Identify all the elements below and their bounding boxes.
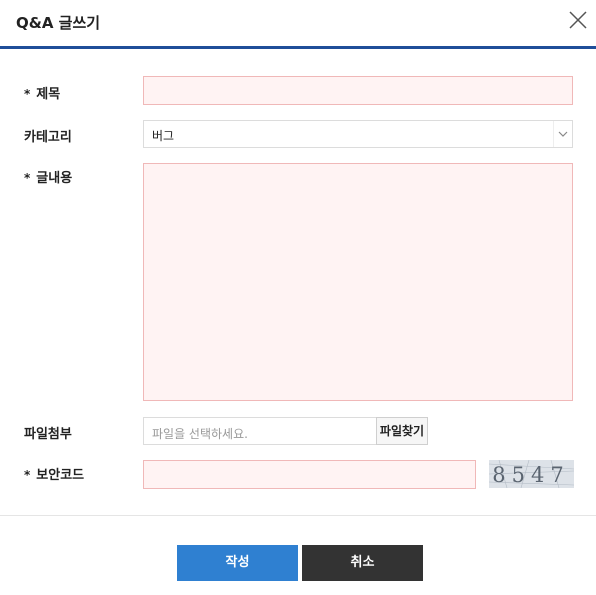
required-mark: * (24, 171, 31, 185)
captcha-text: 8547 (492, 463, 569, 487)
close-icon[interactable] (568, 10, 588, 30)
security-code-input[interactable] (143, 460, 476, 489)
file-browse-button[interactable]: 파일찾기 (376, 417, 428, 445)
subject-label: * 제목 (24, 87, 61, 102)
attachment-placeholder: 파일을 선택하세요. (152, 427, 248, 441)
required-mark: * (24, 87, 31, 101)
subject-input[interactable] (143, 76, 573, 105)
category-select[interactable]: 버그 (143, 120, 573, 148)
category-label: 카테고리 (24, 130, 72, 145)
captcha-image: 8547 (489, 460, 574, 488)
security-code-label: * 보안코드 (24, 468, 85, 483)
content-textarea[interactable] (143, 163, 573, 401)
content-label: * 글내용 (24, 171, 73, 186)
chevron-down-icon (553, 121, 572, 147)
required-mark: * (24, 468, 31, 482)
attachment-label: 파일첨부 (24, 427, 72, 442)
attachment-filename-field[interactable]: 파일을 선택하세요. (143, 417, 377, 445)
dialog-title: Q&A 글쓰기 (16, 14, 101, 32)
submit-button[interactable]: 작성 (177, 545, 298, 581)
cancel-button[interactable]: 취소 (302, 545, 423, 581)
dialog-header: Q&A 글쓰기 (0, 0, 596, 49)
category-selected-value: 버그 (152, 129, 175, 143)
footer-divider (0, 515, 596, 516)
